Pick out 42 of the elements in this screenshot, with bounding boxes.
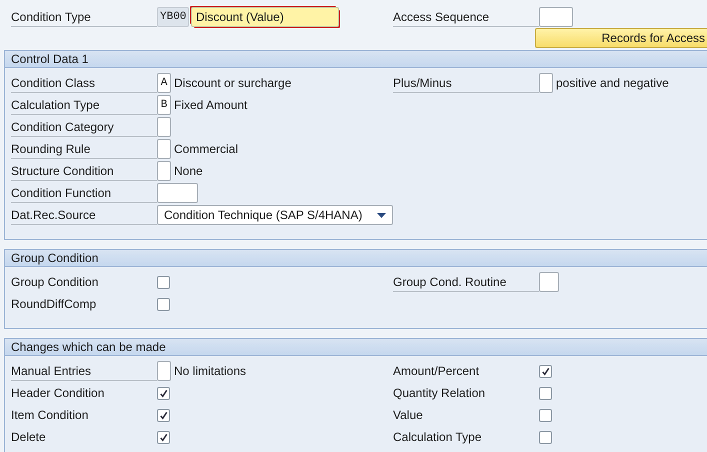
field-description: positive and negative [556,76,669,90]
field-label: Delete [11,429,47,446]
checkbox[interactable] [157,408,170,422]
input-field[interactable] [539,6,573,26]
field-description: Fixed Amount [174,98,248,112]
field-description: None [174,164,203,178]
section-title: Control Data 1 [5,51,707,68]
field-label: Quantity Relation [393,385,486,402]
checkbox[interactable] [157,386,170,400]
section-title: Group Condition [5,250,707,267]
checkbox[interactable] [539,364,552,378]
input-field[interactable] [157,161,171,181]
records-button[interactable]: Records for Access [535,28,707,48]
checkbox[interactable] [157,430,170,444]
checkbox[interactable] [539,386,552,400]
caret-icon [377,212,386,218]
checkbox[interactable] [539,408,552,422]
field-label: Group Condition [11,274,100,291]
input-field[interactable]: B [157,95,171,115]
field-description: Commercial [174,142,238,156]
checkbox[interactable] [157,276,170,288]
section-title: Changes which can be made [5,339,707,356]
field-description: No limitations [174,364,246,378]
input-field[interactable]: A [157,73,171,93]
field-label: Item Condition [11,407,90,424]
input-field[interactable] [157,117,171,137]
input-field[interactable] [157,361,171,381]
field-label: RoundDiffComp [11,296,98,313]
input-field[interactable] [539,73,553,93]
checkbox[interactable] [539,430,552,444]
dropdown[interactable]: Condition Technique (SAP S/4HANA) [157,205,393,225]
input-field[interactable]: Discount (Value) [191,6,339,26]
checkbox[interactable] [157,298,170,310]
field-description: Discount or surcharge [174,76,292,90]
input-field[interactable]: YB00 [157,6,189,26]
field-label: Header Condition [11,385,106,402]
input-field[interactable] [157,139,171,159]
field-label: Value [393,407,424,424]
input-field[interactable] [157,183,198,203]
field-label: Calculation Type [393,429,482,446]
input-field[interactable] [539,272,559,292]
field-label: Amount/Percent [393,363,480,380]
